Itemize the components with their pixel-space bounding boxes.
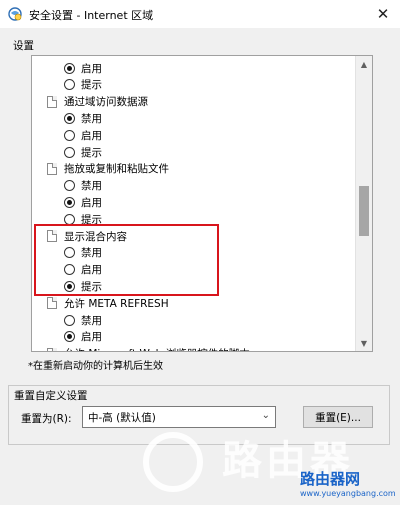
radio-option[interactable]: 提示	[64, 144, 102, 160]
setting-label: 拖放或复制和粘贴文件	[64, 163, 169, 176]
chevron-down-icon: ⌄	[261, 410, 270, 421]
reset-custom-group-label: 重置自定义设置	[14, 388, 88, 403]
setting-label: 通过域访问数据源	[64, 96, 148, 109]
option-label: 禁用	[81, 314, 102, 327]
settings-group-label: 设置	[13, 40, 34, 52]
title-bar: 安全设置 - Internet 区域 ✕	[0, 0, 400, 28]
option-label: 禁用	[81, 180, 102, 193]
close-button[interactable]: ✕	[372, 3, 394, 25]
document-icon	[47, 297, 57, 310]
window-title: 安全设置 - Internet 区域	[29, 9, 154, 22]
close-icon: ✕	[376, 5, 390, 23]
setting-label: 允许 Microsoft Web 浏览器控件的脚本	[64, 346, 250, 351]
highlight-annotation	[34, 224, 219, 296]
scroll-down-icon[interactable]: ▼	[356, 335, 372, 351]
option-label: 提示	[81, 79, 102, 92]
option-label: 禁用	[81, 112, 102, 125]
reset-button[interactable]: 重置(E)...	[303, 406, 373, 428]
radio-checked-icon[interactable]	[64, 62, 75, 74]
reset-button-label: 重置(E)...	[315, 411, 361, 424]
radio-unchecked-icon[interactable]	[64, 146, 75, 158]
radio-option[interactable]: 禁用	[64, 110, 102, 126]
option-label: 启用	[81, 129, 102, 142]
radio-option[interactable]: 启用	[64, 329, 102, 345]
site-url: www.yueyangbang.com	[300, 489, 396, 498]
radio-checked-icon[interactable]	[64, 196, 75, 208]
watermark-logo	[143, 432, 203, 492]
site-label: 路由器网	[300, 470, 361, 488]
radio-option[interactable]: 禁用	[64, 178, 102, 194]
radio-unchecked-icon[interactable]	[64, 180, 75, 192]
option-label: 提示	[81, 146, 102, 159]
option-label: 启用	[81, 62, 102, 75]
setting-label: 允许 META REFRESH	[64, 297, 169, 310]
internet-globe-icon	[8, 7, 22, 21]
radio-option[interactable]: 提示	[64, 77, 102, 93]
radio-option[interactable]: 启用	[64, 60, 102, 76]
scroll-thumb[interactable]	[359, 186, 369, 236]
document-icon	[47, 95, 57, 108]
document-icon	[47, 162, 57, 175]
radio-checked-icon[interactable]	[64, 112, 75, 124]
settings-tree[interactable]: 启用 提示 通过域访问数据源 禁用 启用 提示 拖放或复制和粘贴文件 禁用 启用 提示 显示混合内容…	[31, 55, 373, 352]
reset-to-label: 重置为(R):	[21, 413, 72, 425]
radio-unchecked-icon[interactable]	[64, 129, 75, 141]
setting-item[interactable]: 允许 META REFRESH	[47, 295, 169, 311]
document-icon	[47, 347, 57, 351]
security-level-select[interactable]: 中-高 (默认值) ⌄	[82, 406, 276, 428]
radio-option[interactable]: 启用	[64, 127, 102, 143]
radio-unchecked-icon[interactable]	[64, 79, 75, 91]
setting-item[interactable]: 拖放或复制和粘贴文件	[47, 161, 169, 177]
restart-note: *在重新启动你的计算机后生效	[28, 361, 163, 372]
radio-checked-icon[interactable]	[64, 331, 75, 343]
setting-item[interactable]: 允许 Microsoft Web 浏览器控件的脚本	[47, 346, 250, 351]
radio-unchecked-icon[interactable]	[64, 314, 75, 326]
radio-option[interactable]: 禁用	[64, 312, 102, 328]
radio-option[interactable]: 启用	[64, 194, 102, 210]
option-label: 启用	[81, 196, 102, 209]
setting-item[interactable]: 通过域访问数据源	[47, 94, 148, 110]
scroll-up-icon[interactable]: ▲	[356, 56, 372, 72]
vertical-scrollbar[interactable]: ▲ ▼	[355, 56, 372, 351]
option-label: 启用	[81, 331, 102, 344]
security-level-value: 中-高 (默认值)	[88, 411, 156, 424]
